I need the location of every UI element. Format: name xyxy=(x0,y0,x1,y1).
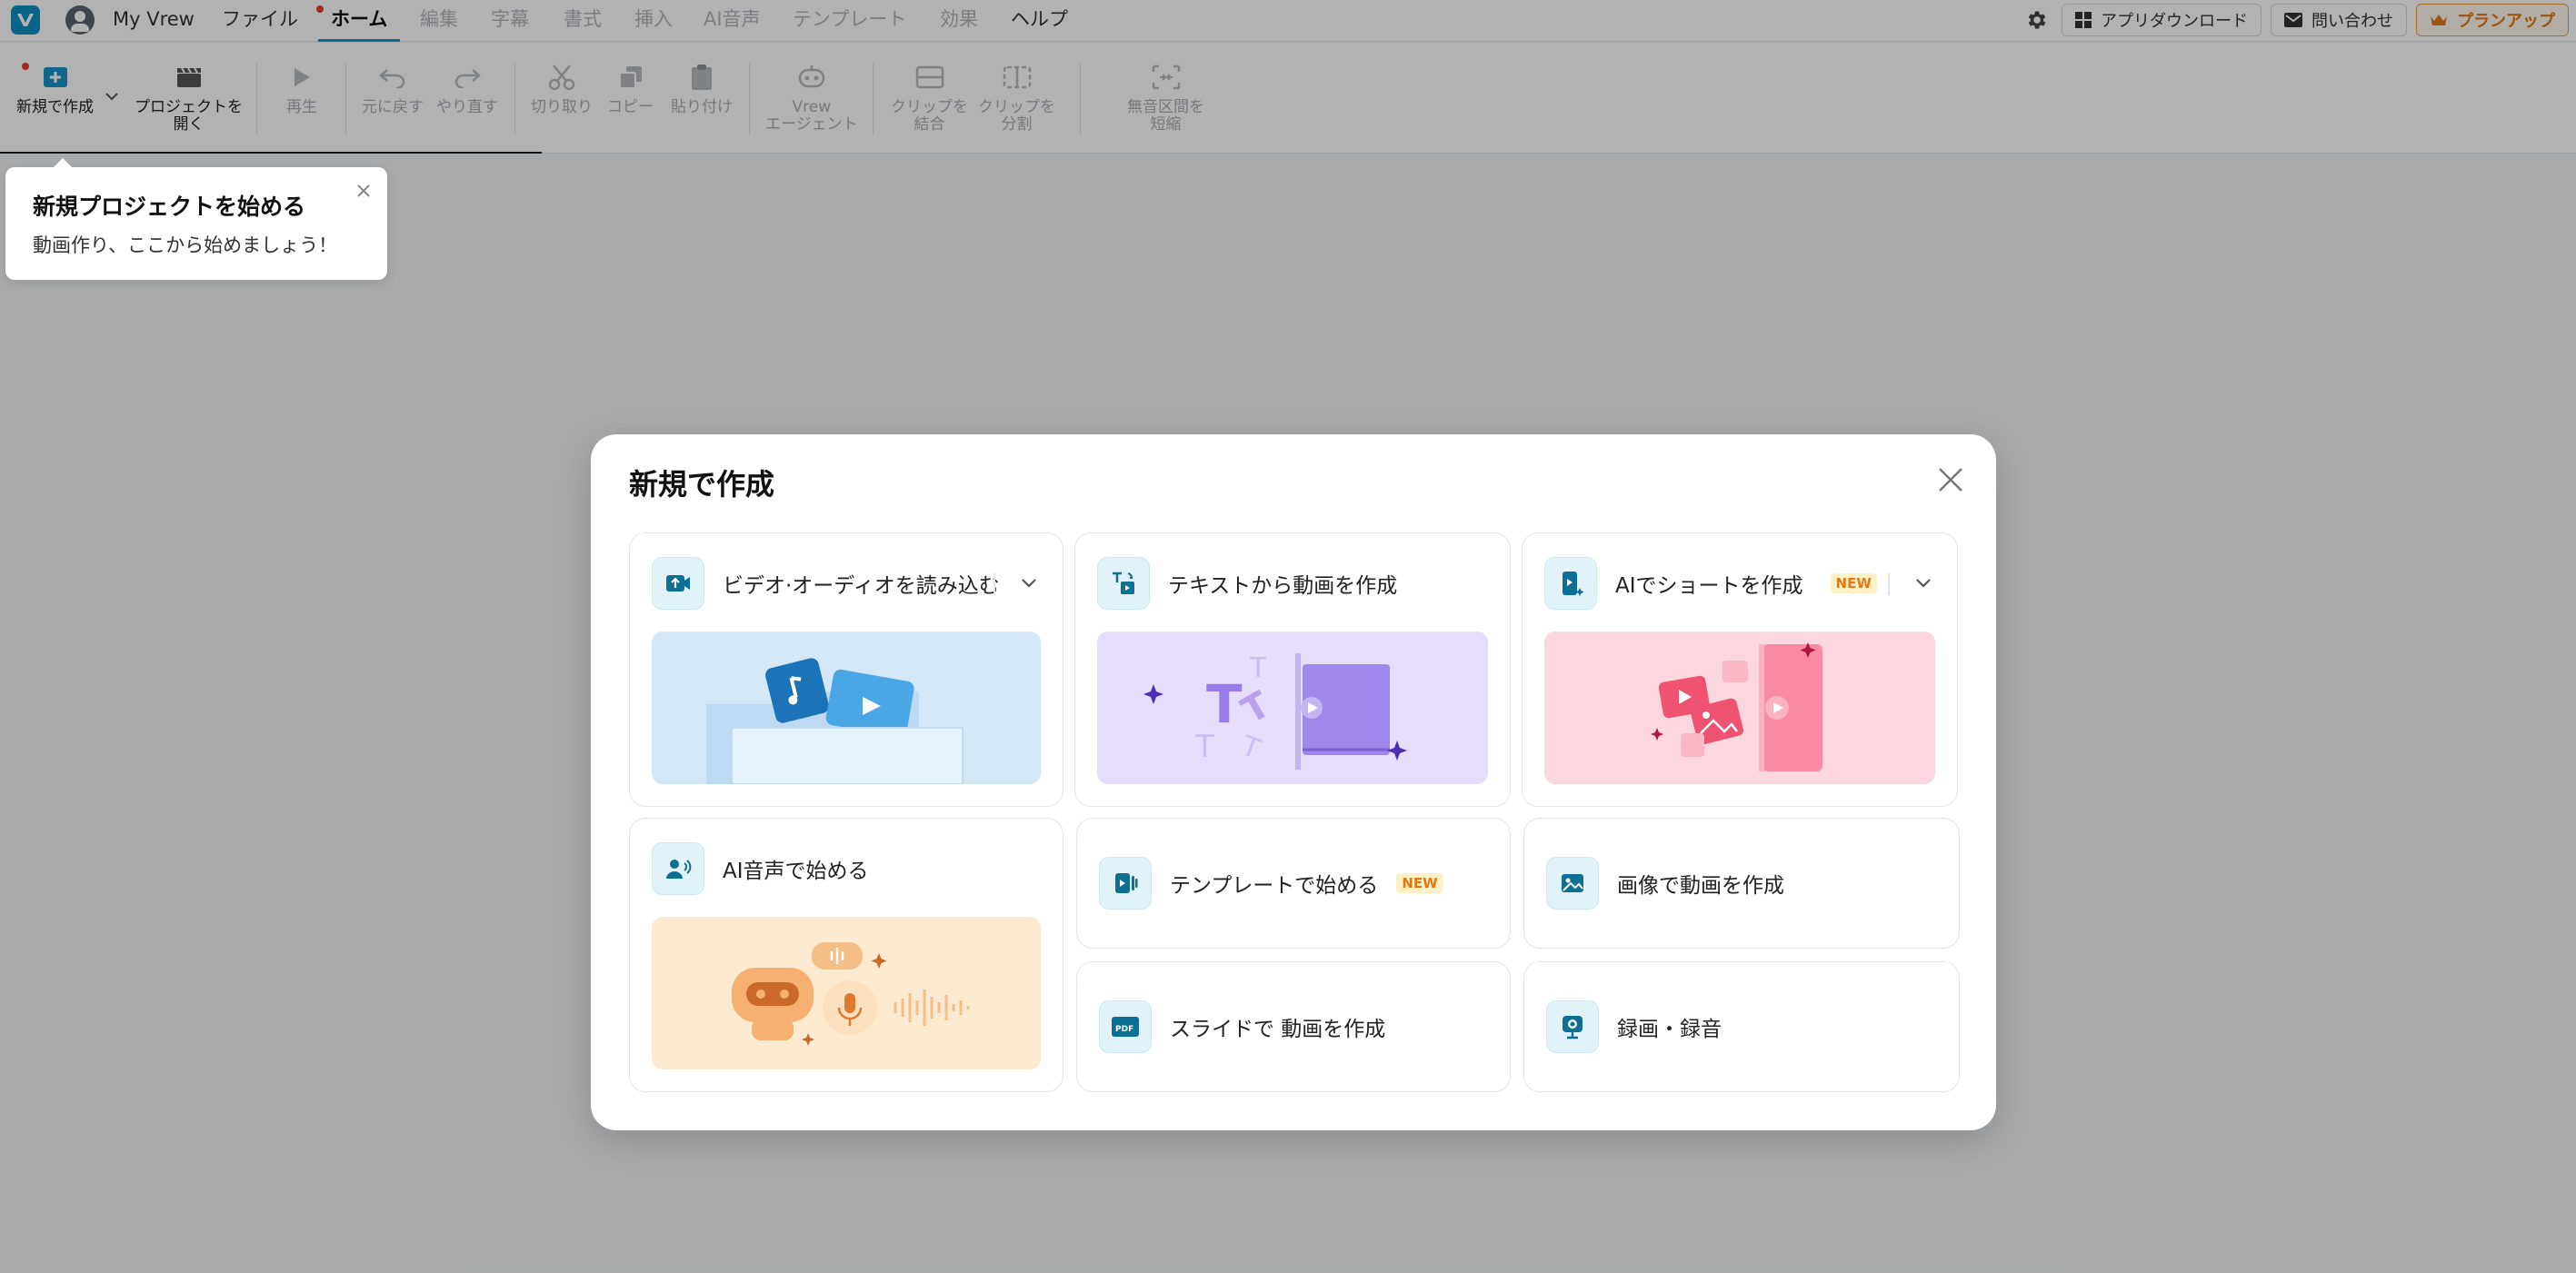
webcam-icon xyxy=(1546,1000,1599,1053)
template-icon xyxy=(1099,857,1152,910)
svg-text:T: T xyxy=(1237,730,1265,766)
ai-voice-icon xyxy=(652,842,704,895)
svg-text:PDF: PDF xyxy=(1115,1025,1133,1034)
pdf-slide-icon: PDF xyxy=(1099,1000,1152,1053)
ai-voice-label: AI音声で始める xyxy=(723,860,869,883)
ai-voice-illustration xyxy=(652,917,1041,1069)
image-icon xyxy=(1546,857,1599,910)
card-divider xyxy=(1888,573,1890,595)
text-to-video-icon xyxy=(1097,557,1150,610)
chevron-down-icon[interactable] xyxy=(1017,572,1041,595)
import-media-label: ビデオ·オーディオを読み込む xyxy=(723,574,1000,598)
import-media-card[interactable]: ビデオ·オーディオを読み込む xyxy=(629,532,1063,807)
card-divider xyxy=(993,573,995,595)
card-header: テンプレートで始める NEW xyxy=(1099,857,1488,910)
text-to-video-card[interactable]: テキストから動画を作成 T T T T T xyxy=(1074,532,1511,807)
card-header: AIでショートを作成 NEW xyxy=(1544,557,1935,610)
ai-shorts-illustration xyxy=(1544,632,1935,784)
ai-shorts-label: AIでショートを作成 xyxy=(1615,574,1803,598)
chevron-down-icon[interactable] xyxy=(1912,572,1935,595)
folder-media-illustration xyxy=(652,632,1041,784)
card-header: ビデオ·オーディオを読み込む xyxy=(652,557,1041,610)
svg-text:T: T xyxy=(1249,652,1267,684)
dialog-close-icon[interactable] xyxy=(1932,462,1969,498)
import-media-icon xyxy=(652,557,704,610)
new-create-dialog: 新規で作成 ビデオ·オーディオを読み込む テキストから動画を作成 T T T T… xyxy=(591,434,1996,1130)
template-card[interactable]: テンプレートで始める NEW xyxy=(1076,818,1511,949)
image-to-video-label: 画像で動画を作成 xyxy=(1617,874,1784,898)
card-header: PDF スライドで 動画を作成 xyxy=(1099,1000,1488,1053)
record-card[interactable]: 録画・録音 xyxy=(1523,961,1960,1092)
slide-to-video-card[interactable]: PDF スライドで 動画を作成 xyxy=(1076,961,1511,1092)
text-to-video-label: テキストから動画を作成 xyxy=(1168,574,1398,598)
tooltip-text: 動画作り、ここから始めましょう！ xyxy=(33,234,338,256)
ai-voice-card[interactable]: AI音声で始める xyxy=(629,818,1063,1092)
image-to-video-card[interactable]: 画像で動画を作成 xyxy=(1523,818,1960,949)
new-project-tooltip: 新規プロジェクトを始める 動画作り、ここから始めましょう！ xyxy=(5,158,387,280)
card-header: 録画・録音 xyxy=(1546,1000,1937,1053)
card-header: テキストから動画を作成 xyxy=(1097,557,1488,610)
record-label: 録画・録音 xyxy=(1617,1018,1722,1041)
svg-text:T: T xyxy=(1194,729,1214,765)
text-to-video-illustration: T T T T T xyxy=(1097,632,1488,784)
ai-shorts-card[interactable]: AIでショートを作成 NEW xyxy=(1522,532,1958,807)
tooltip-title: 新規プロジェクトを始める xyxy=(33,194,306,220)
svg-text:T: T xyxy=(1206,673,1243,735)
card-header: 画像で動画を作成 xyxy=(1546,857,1937,910)
ai-shorts-icon xyxy=(1544,557,1597,610)
slide-to-video-label: スライドで 動画を作成 xyxy=(1170,1018,1386,1041)
card-header: AI音声で始める xyxy=(652,842,1041,895)
dialog-title: 新規で作成 xyxy=(629,467,775,502)
template-label: テンプレートで始める xyxy=(1170,874,1379,898)
new-badge: NEW xyxy=(1396,873,1443,893)
tooltip-close-icon[interactable] xyxy=(353,180,374,202)
new-badge: NEW xyxy=(1830,573,1877,593)
